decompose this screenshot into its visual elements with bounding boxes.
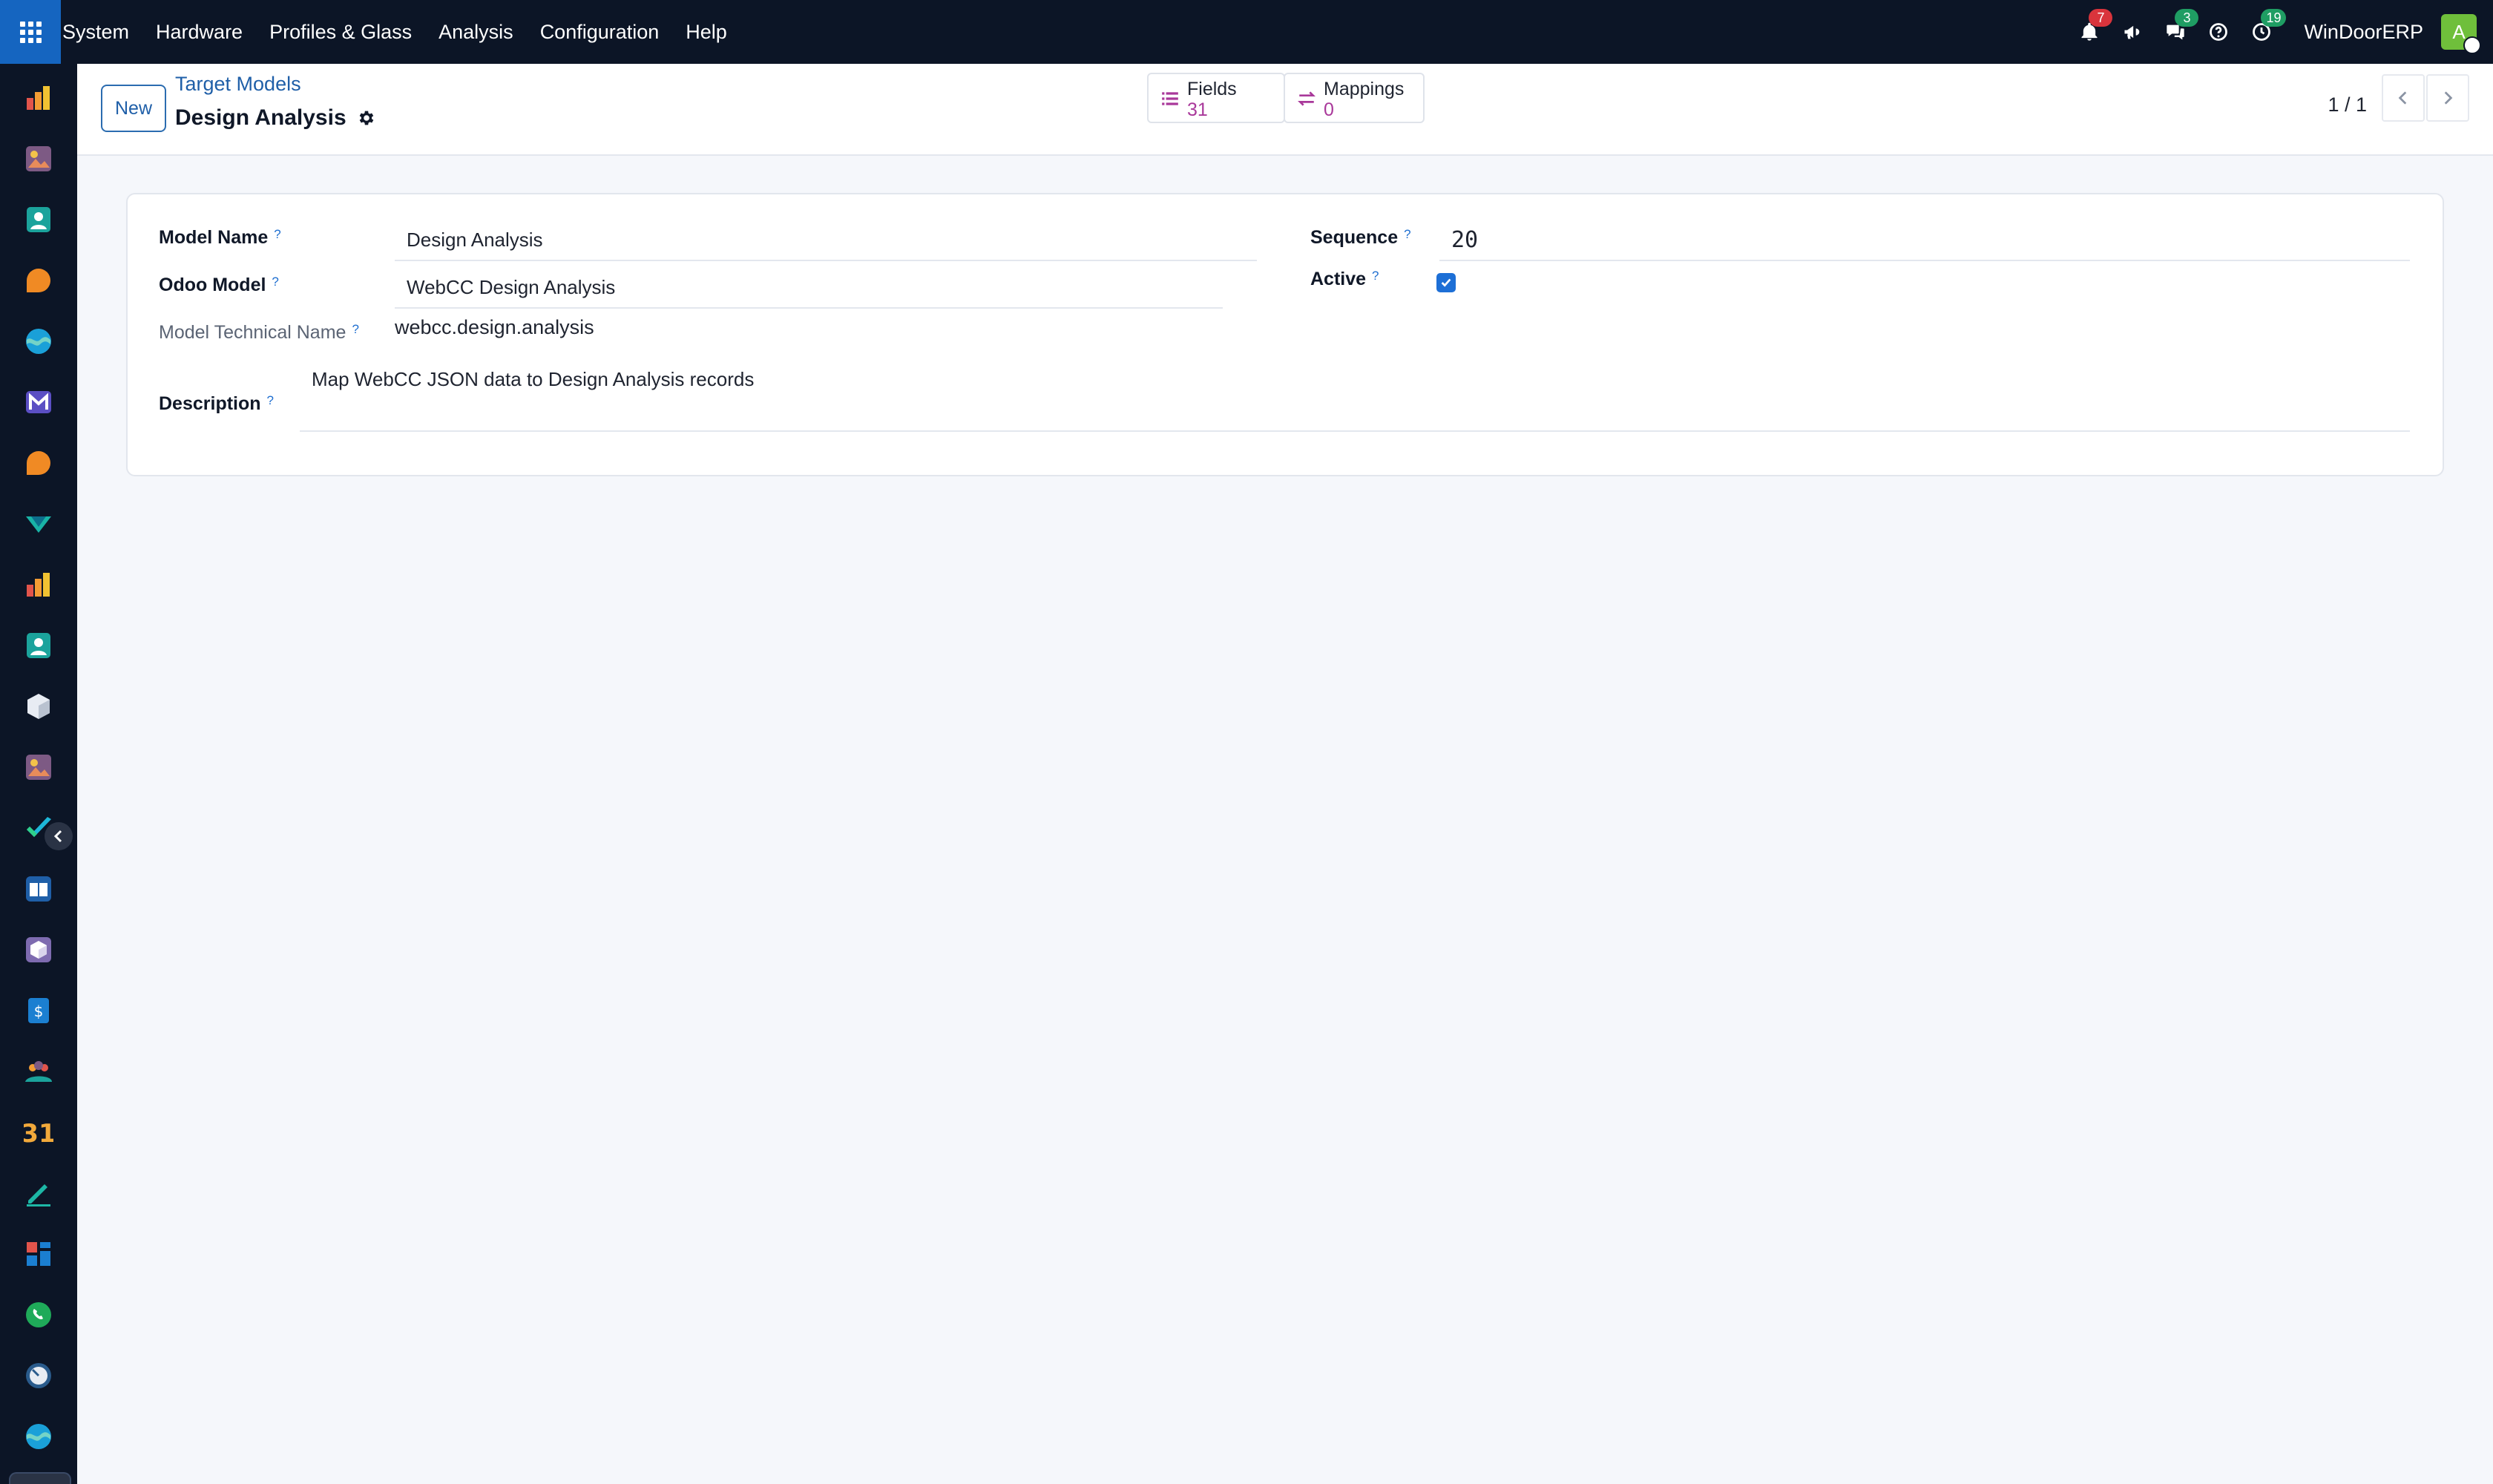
odoo-model-label-text: Odoo Model bbox=[159, 275, 266, 295]
menu-configuration[interactable]: Configuration bbox=[540, 21, 660, 44]
sidebar-collapse-button[interactable] bbox=[45, 822, 73, 850]
user-avatar[interactable]: A bbox=[2441, 14, 2481, 54]
technical-name-value: webcc.design.analysis bbox=[395, 316, 594, 338]
menu-system[interactable]: System bbox=[62, 21, 129, 44]
sidebar-app-timer-icon[interactable] bbox=[24, 1361, 53, 1391]
systray: 7 3 19 WinDoorERP A bbox=[2059, 0, 2481, 64]
description-label: Description? bbox=[159, 393, 274, 415]
sidebar-app-reports-icon[interactable] bbox=[24, 570, 53, 600]
app-sidebar: $ 31 bbox=[0, 64, 77, 1484]
model-name-label-text: Model Name bbox=[159, 227, 269, 248]
messages-badge: 3 bbox=[2175, 9, 2199, 27]
menu-help[interactable]: Help bbox=[686, 21, 727, 44]
sidebar-app-contacts-icon[interactable] bbox=[24, 205, 53, 234]
form-sheet: Model Name? Design Analysis Odoo Model? … bbox=[126, 193, 2444, 476]
apps-menu-button[interactable] bbox=[0, 0, 61, 64]
sequence-label: Sequence? bbox=[1310, 227, 1411, 249]
sidebar-app-gallery-icon[interactable] bbox=[24, 752, 53, 782]
svg-text:31: 31 bbox=[24, 1119, 53, 1147]
notifications-badge: 7 bbox=[2089, 9, 2113, 27]
sidebar-app-mail-icon[interactable] bbox=[24, 387, 53, 417]
sidebar-app-package-icon[interactable] bbox=[24, 935, 53, 965]
menu-profiles-glass[interactable]: Profiles & Glass bbox=[269, 21, 412, 44]
gear-icon[interactable] bbox=[357, 108, 376, 128]
list-icon bbox=[1162, 92, 1178, 105]
mappings-smart-button[interactable]: Mappings 0 bbox=[1284, 73, 1425, 123]
menu-hardware[interactable]: Hardware bbox=[156, 21, 243, 44]
sidebar-app-book-icon[interactable] bbox=[24, 874, 53, 904]
sidebar-app-bar-chart-icon[interactable] bbox=[24, 83, 53, 113]
sequence-input[interactable]: 20 bbox=[1439, 220, 2410, 261]
sidebar-app-wave-icon[interactable] bbox=[24, 326, 53, 356]
main-menu: System Hardware Profiles & Glass Analysi… bbox=[62, 0, 754, 64]
active-label-text: Active bbox=[1310, 269, 1367, 289]
chevron-left-icon bbox=[53, 830, 62, 843]
sidebar-app-calendar-icon[interactable]: 31 bbox=[24, 1117, 53, 1147]
model-name-help-icon[interactable]: ? bbox=[274, 227, 280, 241]
active-checkbox[interactable] bbox=[1436, 273, 1456, 292]
help-button[interactable] bbox=[2206, 19, 2231, 45]
new-button[interactable]: New bbox=[101, 85, 166, 132]
mappings-label: Mappings bbox=[1324, 79, 1405, 99]
description-textarea[interactable]: Map WebCC JSON data to Design Analysis r… bbox=[300, 362, 2410, 432]
record-title-text: Design Analysis bbox=[175, 105, 346, 130]
sequence-label-text: Sequence bbox=[1310, 227, 1399, 248]
top-navbar: System Hardware Profiles & Glass Analysi… bbox=[0, 0, 2493, 64]
record-title: Design Analysis bbox=[175, 105, 376, 131]
sidebar-app-invoice-icon[interactable]: $ bbox=[24, 996, 53, 1025]
sidebar-app-arrow-icon[interactable] bbox=[24, 509, 53, 539]
menu-analysis[interactable]: Analysis bbox=[439, 21, 513, 44]
sidebar-app-discuss-icon[interactable] bbox=[24, 448, 53, 478]
mappings-count: 0 bbox=[1324, 99, 1334, 120]
sidebar-app-employees-icon[interactable] bbox=[24, 631, 53, 660]
sidebar-app-chat-icon[interactable] bbox=[24, 266, 53, 295]
activities-badge: 19 bbox=[2261, 9, 2287, 27]
description-help-icon[interactable]: ? bbox=[267, 393, 274, 407]
exchange-icon bbox=[1298, 91, 1316, 106]
odoo-model-help-icon[interactable]: ? bbox=[272, 275, 278, 289]
sidebar-app-wave-2-icon[interactable] bbox=[24, 1422, 53, 1451]
sidebar-bottom-tab[interactable] bbox=[9, 1472, 71, 1484]
fields-label: Fields bbox=[1187, 79, 1237, 99]
chevron-left-icon bbox=[2398, 91, 2407, 105]
announcements-button[interactable] bbox=[2120, 19, 2145, 45]
messages-button[interactable]: 3 bbox=[2163, 9, 2199, 45]
fields-count: 31 bbox=[1187, 99, 1208, 120]
active-label: Active? bbox=[1310, 269, 1379, 290]
grid-icon bbox=[19, 21, 42, 43]
avatar-initial: A bbox=[2452, 20, 2466, 43]
svg-text:$: $ bbox=[34, 1002, 44, 1020]
sidebar-app-dashboard-icon[interactable] bbox=[24, 1239, 53, 1269]
checkmark-icon bbox=[1441, 278, 1451, 287]
sequence-help-icon[interactable]: ? bbox=[1404, 227, 1410, 241]
notifications-button[interactable]: 7 bbox=[2077, 9, 2113, 45]
breadcrumb-target-models[interactable]: Target Models bbox=[175, 73, 301, 96]
description-label-text: Description bbox=[159, 393, 261, 414]
sidebar-app-sign-icon[interactable] bbox=[24, 1178, 53, 1208]
fields-smart-button[interactable]: Fields 31 bbox=[1147, 73, 1285, 123]
company-switcher[interactable]: WinDoorERP bbox=[2304, 21, 2423, 44]
chevron-right-icon bbox=[2444, 91, 2453, 105]
odoo-model-label: Odoo Model? bbox=[159, 275, 279, 296]
technical-name-help-icon[interactable]: ? bbox=[352, 322, 358, 336]
sidebar-app-whatsapp-icon[interactable] bbox=[24, 1300, 53, 1330]
question-circle-icon bbox=[2210, 23, 2228, 41]
technical-name-label-text: Model Technical Name bbox=[159, 322, 346, 343]
active-help-icon[interactable]: ? bbox=[1372, 269, 1379, 283]
control-panel: New Target Models Design Analysis Fields… bbox=[77, 64, 2493, 156]
pager-next-button[interactable] bbox=[2426, 74, 2469, 122]
pager-value[interactable]: 1 / 1 bbox=[2328, 93, 2367, 116]
model-name-label: Model Name? bbox=[159, 227, 281, 249]
odoo-model-input[interactable]: WebCC Design Analysis bbox=[395, 267, 1223, 309]
sidebar-app-image-icon[interactable] bbox=[24, 144, 53, 174]
technical-name-label: Model Technical Name? bbox=[159, 322, 359, 344]
activities-button[interactable]: 19 bbox=[2249, 9, 2287, 45]
megaphone-icon bbox=[2124, 25, 2140, 39]
presence-status-icon bbox=[2463, 36, 2481, 54]
pager-previous-button[interactable] bbox=[2382, 74, 2425, 122]
sidebar-app-team-icon[interactable] bbox=[24, 1057, 53, 1086]
model-name-input[interactable]: Design Analysis bbox=[395, 220, 1257, 261]
sidebar-app-cube-icon[interactable] bbox=[24, 692, 53, 721]
